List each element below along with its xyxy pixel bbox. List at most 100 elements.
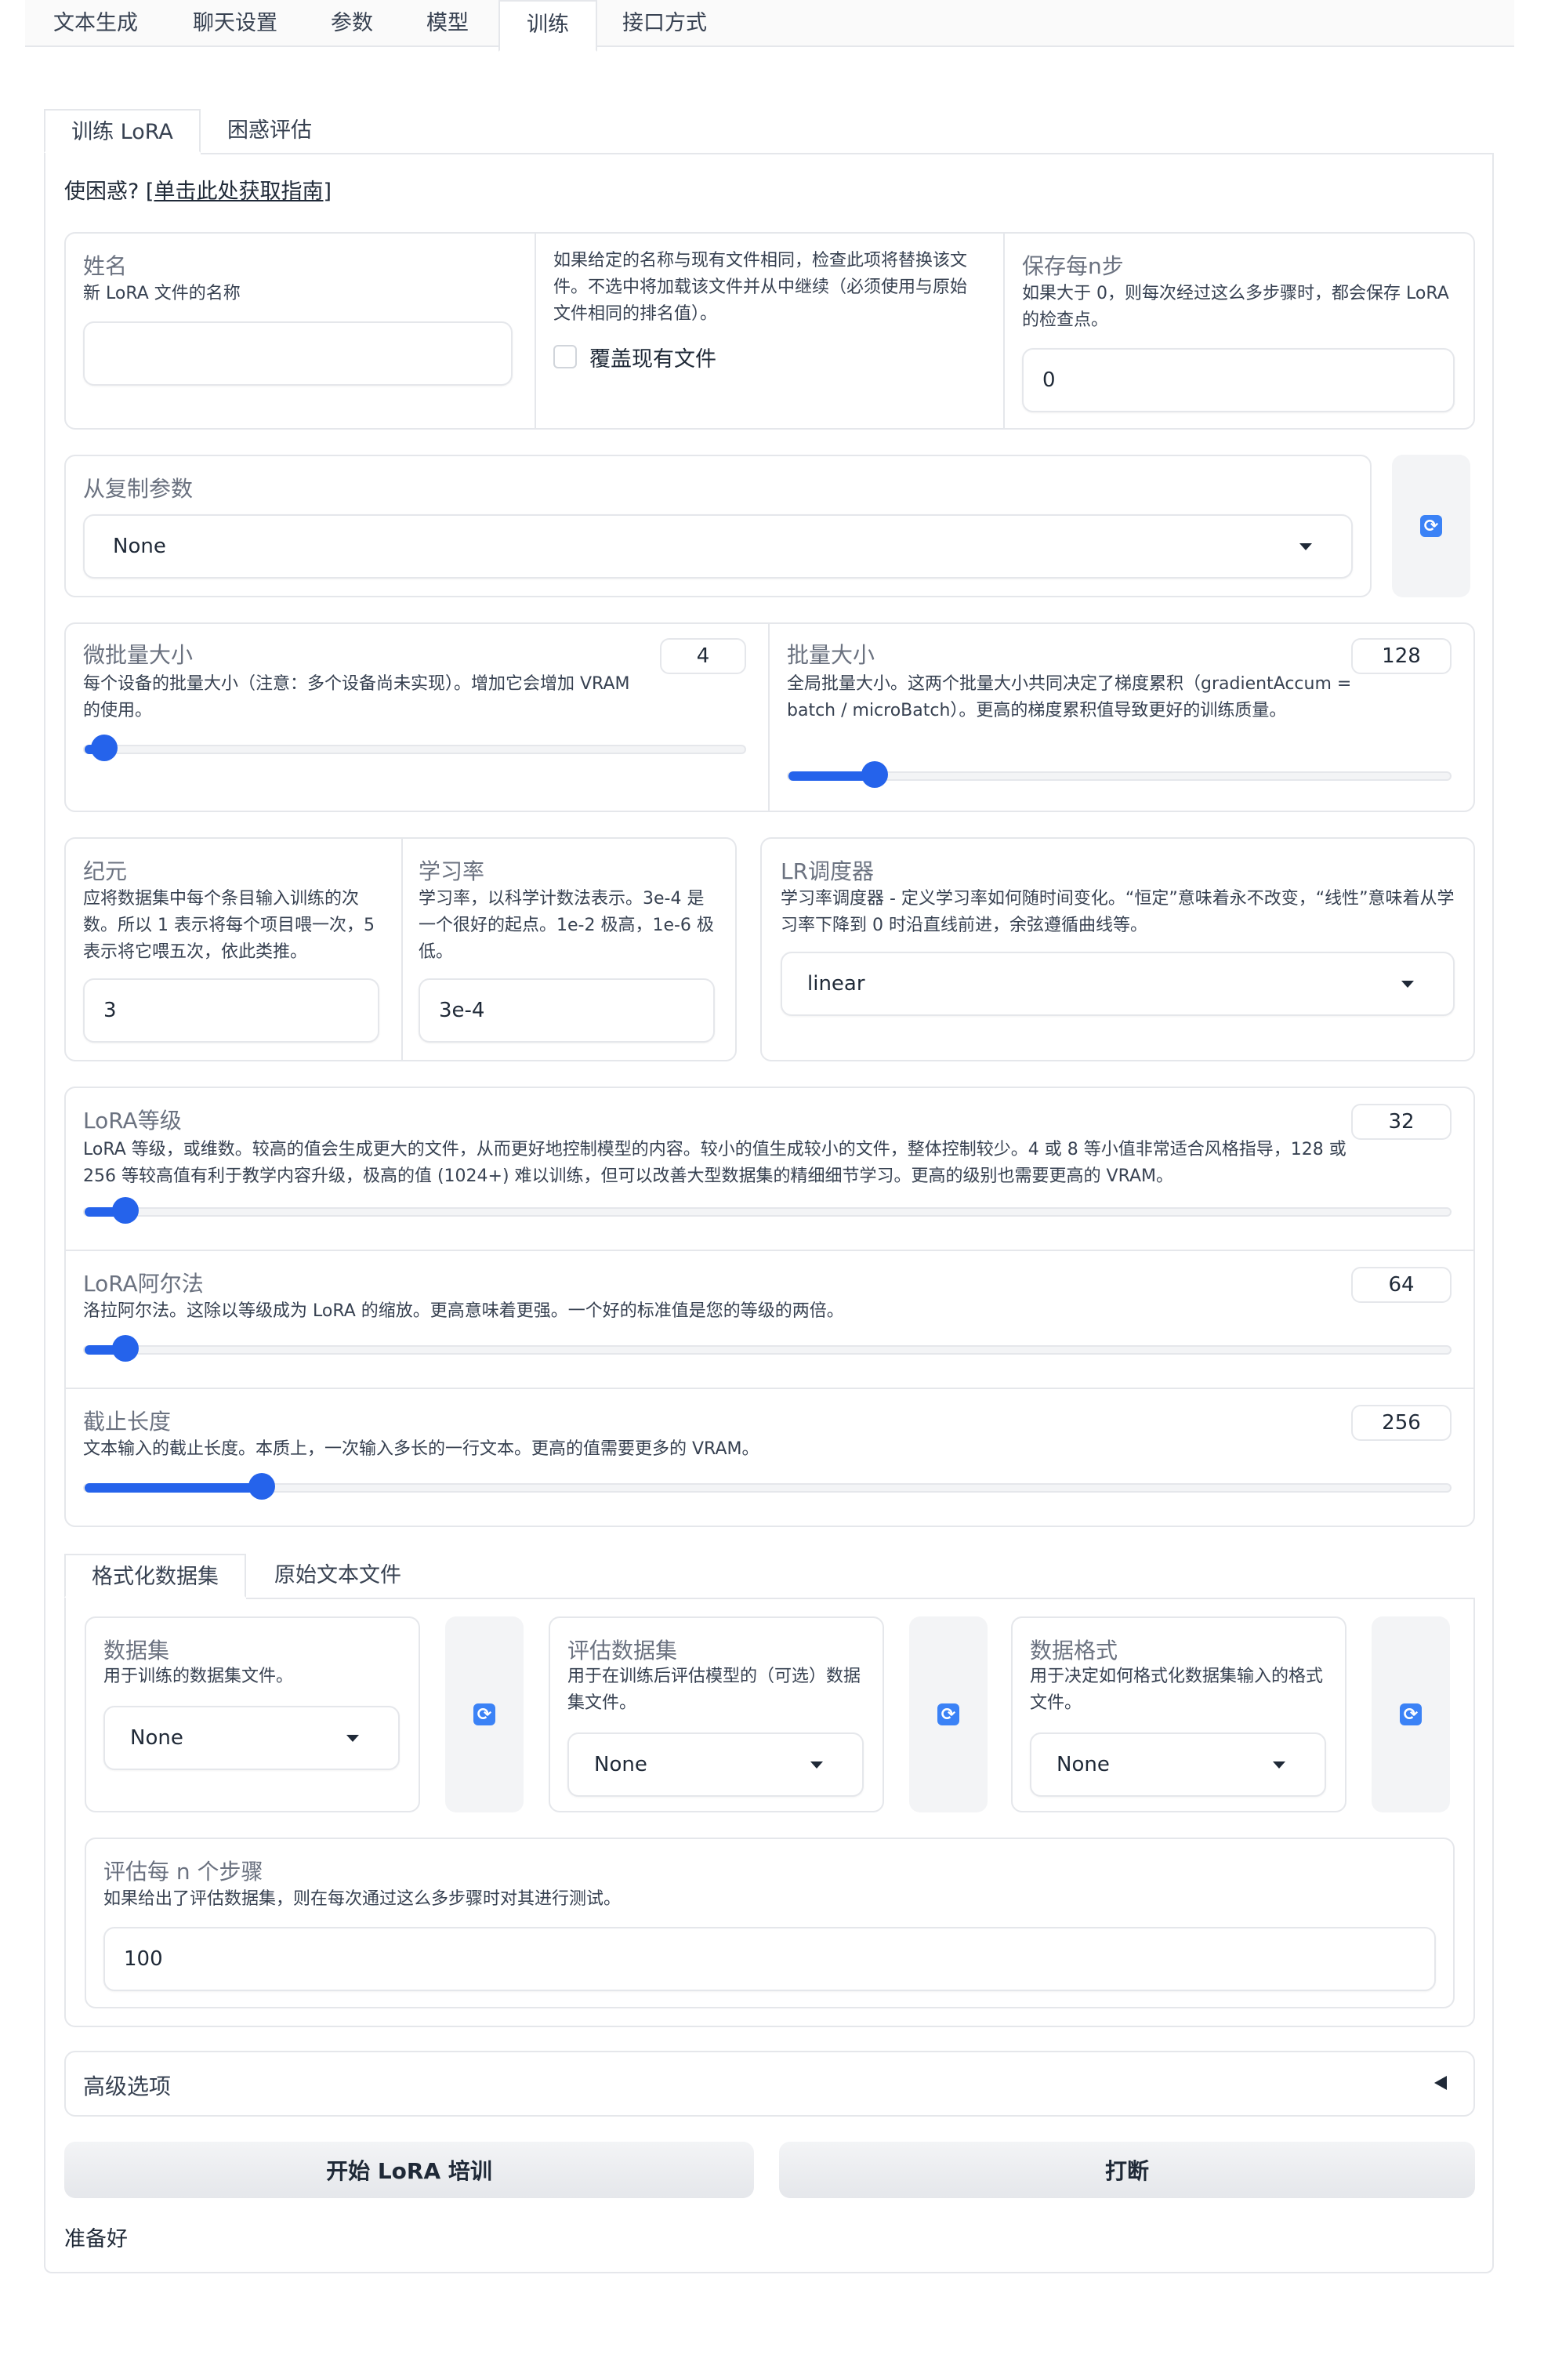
divider xyxy=(66,1250,1473,1251)
triangle-left-icon xyxy=(1434,2076,1447,2090)
overwrite-label: 覆盖现有文件 xyxy=(589,347,716,372)
tab-train-lora[interactable]: 训练 LoRA xyxy=(44,109,201,153)
epochs-input[interactable]: 3 xyxy=(83,978,379,1043)
lora-alpha-slider[interactable] xyxy=(83,1335,1452,1362)
copy-params-label: 从复制参数 xyxy=(83,476,194,502)
divider xyxy=(1003,234,1005,428)
lora-rank-label: LoRA等级 xyxy=(83,1108,182,1134)
lr-scheduler-select[interactable]: linear xyxy=(781,952,1455,1016)
dataset-refresh-button[interactable]: ⟳ xyxy=(445,1616,524,1812)
start-training-button[interactable]: 开始 LoRA 培训 xyxy=(64,2142,754,2198)
interrupt-button[interactable]: 打断 xyxy=(779,2142,1475,2198)
dataset-desc: 用于训练的数据集文件。 xyxy=(103,1667,294,1686)
data-format-label: 数据格式 xyxy=(1030,1638,1118,1663)
eval-dataset-desc: 用于在训练后评估模型的（可选）数据集文件。 xyxy=(567,1667,861,1713)
eval-steps-label: 评估每 n 个步骤 xyxy=(103,1859,263,1885)
name-input[interactable] xyxy=(83,321,513,386)
advanced-options-label: 高级选项 xyxy=(83,2073,172,2099)
micro-batch-slider[interactable] xyxy=(83,735,746,761)
copy-params-refresh-button[interactable]: ⟳ xyxy=(1392,455,1470,597)
eval-steps-desc: 如果给出了评估数据集，则在每次通过这么多步骤时对其进行测试。 xyxy=(103,1889,622,1909)
chevron-down-icon xyxy=(346,1735,359,1742)
chevron-down-icon xyxy=(1273,1761,1285,1769)
lr-scheduler-label: LR调度器 xyxy=(781,858,875,884)
slider-handle[interactable] xyxy=(112,1197,140,1224)
tab-interface[interactable]: 接口方式 xyxy=(622,0,707,47)
refresh-icon: ⟳ xyxy=(1420,515,1442,537)
divider xyxy=(401,839,403,1060)
eval-dataset-label: 评估数据集 xyxy=(567,1638,678,1663)
chevron-down-icon xyxy=(810,1761,823,1769)
tab-chat-settings[interactable]: 聊天设置 xyxy=(193,0,277,47)
name-label: 姓名 xyxy=(83,253,128,279)
advanced-options-accordion[interactable] xyxy=(64,2051,1475,2117)
slider-handle[interactable] xyxy=(91,735,118,761)
refresh-icon: ⟳ xyxy=(473,1703,495,1725)
save-steps-desc: 如果大于 0，则每次经过这么多步骤时，都会保存 LoRA 的检查点。 xyxy=(1022,284,1449,330)
tab-training[interactable]: 训练 xyxy=(498,0,597,52)
dataset-label: 数据集 xyxy=(103,1638,170,1663)
cutoff-len-label: 截止长度 xyxy=(83,1409,172,1435)
lora-alpha-desc: 洛拉阿尔法。这除以等级成为 LoRA 的缩放。更高意味着更强。一个好的标准值是您… xyxy=(83,1301,844,1321)
cutoff-len-slider[interactable] xyxy=(83,1473,1452,1500)
divider xyxy=(768,624,770,811)
eval-dataset-refresh-button[interactable]: ⟳ xyxy=(909,1616,988,1812)
lr-scheduler-value: linear xyxy=(807,972,865,996)
overwrite-checkbox[interactable] xyxy=(553,345,577,368)
lora-alpha-label: LoRA阿尔法 xyxy=(83,1271,204,1297)
save-steps-label: 保存每n步 xyxy=(1022,253,1124,279)
micro-batch-label: 微批量大小 xyxy=(83,642,194,668)
slider-fill xyxy=(85,1483,263,1493)
slider-handle[interactable] xyxy=(861,761,888,788)
refresh-icon: ⟳ xyxy=(1400,1703,1422,1725)
top-tab-bar: 文本生成 聊天设置 参数 模型 训练 接口方式 xyxy=(25,0,1514,52)
lora-rank-slider[interactable] xyxy=(83,1197,1452,1224)
divider xyxy=(535,234,536,428)
tab-text-generation[interactable]: 文本生成 xyxy=(53,0,138,47)
learning-rate-input[interactable]: 3e-4 xyxy=(419,978,715,1043)
learning-rate-label: 学习率 xyxy=(419,858,485,884)
lora-alpha-number[interactable]: 64 xyxy=(1351,1267,1452,1303)
guide-link[interactable]: [单击此处获取指南] xyxy=(146,180,332,204)
sub-tab-divider xyxy=(201,153,1494,154)
overwrite-desc: 如果给定的名称与现有文件相同，检查此项将替换该文件。不选中将加载该文件并从中继续… xyxy=(553,251,968,324)
slider-handle[interactable] xyxy=(112,1335,140,1362)
data-format-refresh-button[interactable]: ⟳ xyxy=(1372,1616,1450,1812)
save-steps-input[interactable]: 0 xyxy=(1022,348,1455,412)
batch-size-slider[interactable] xyxy=(787,761,1452,788)
tab-formatted-dataset[interactable]: 格式化数据集 xyxy=(64,1554,246,1598)
dataset-select[interactable]: None xyxy=(103,1706,400,1770)
tab-perplexity-eval[interactable]: 困惑评估 xyxy=(227,109,312,153)
tab-raw-text-file[interactable]: 原始文本文件 xyxy=(274,1554,401,1598)
guide-line: 使困惑? [单击此处获取指南] xyxy=(64,174,332,205)
epochs-label: 纪元 xyxy=(83,858,128,884)
copy-params-value: None xyxy=(113,535,166,558)
lora-rank-desc: LoRA 等级，或维数。较高的值会生成更大的文件，从而更好地控制模型的内容。较小… xyxy=(83,1140,1346,1186)
eval-steps-input[interactable]: 100 xyxy=(103,1927,1436,1991)
batch-size-label: 批量大小 xyxy=(787,642,875,668)
data-format-select[interactable]: None xyxy=(1030,1732,1326,1797)
cutoff-len-desc: 文本输入的截止长度。本质上，一次输入多长的一行文本。更高的值需要更多的 VRAM… xyxy=(83,1439,759,1459)
status-text: 准备好 xyxy=(64,2227,128,2251)
chevron-down-icon xyxy=(1401,981,1414,988)
name-desc: 新 LoRA 文件的名称 xyxy=(83,284,241,303)
copy-params-select[interactable]: None xyxy=(83,514,1353,579)
cutoff-len-number[interactable]: 256 xyxy=(1351,1405,1452,1441)
eval-dataset-value: None xyxy=(594,1753,647,1776)
tab-parameters[interactable]: 参数 xyxy=(331,0,373,47)
refresh-icon: ⟳ xyxy=(937,1703,959,1725)
data-format-desc: 用于决定如何格式化数据集输入的格式文件。 xyxy=(1030,1667,1324,1713)
data-format-value: None xyxy=(1057,1753,1110,1776)
batch-size-desc: 全局批量大小。这两个批量大小共同决定了梯度累积（gradientAccum = … xyxy=(787,674,1352,720)
lora-rank-number[interactable]: 32 xyxy=(1351,1104,1452,1140)
guide-prefix: 使困惑? xyxy=(64,180,146,204)
chevron-down-icon xyxy=(1299,543,1312,550)
micro-batch-number[interactable]: 4 xyxy=(660,638,746,674)
lr-scheduler-desc: 学习率调度器 - 定义学习率如何随时间变化。“恒定”意味着永不改变，“线性”意味… xyxy=(781,889,1455,935)
epochs-desc: 应将数据集中每个条目输入训练的次数。所以 1 表示将每个项目喂一次，5 表示将它… xyxy=(83,889,375,962)
divider xyxy=(66,1388,1473,1389)
micro-batch-desc: 每个设备的批量大小（注意：多个设备尚未实现）。增加它会增加 VRAM 的使用。 xyxy=(83,674,630,720)
tab-model[interactable]: 模型 xyxy=(426,0,469,47)
batch-size-number[interactable]: 128 xyxy=(1351,638,1452,674)
eval-dataset-select[interactable]: None xyxy=(567,1732,864,1797)
